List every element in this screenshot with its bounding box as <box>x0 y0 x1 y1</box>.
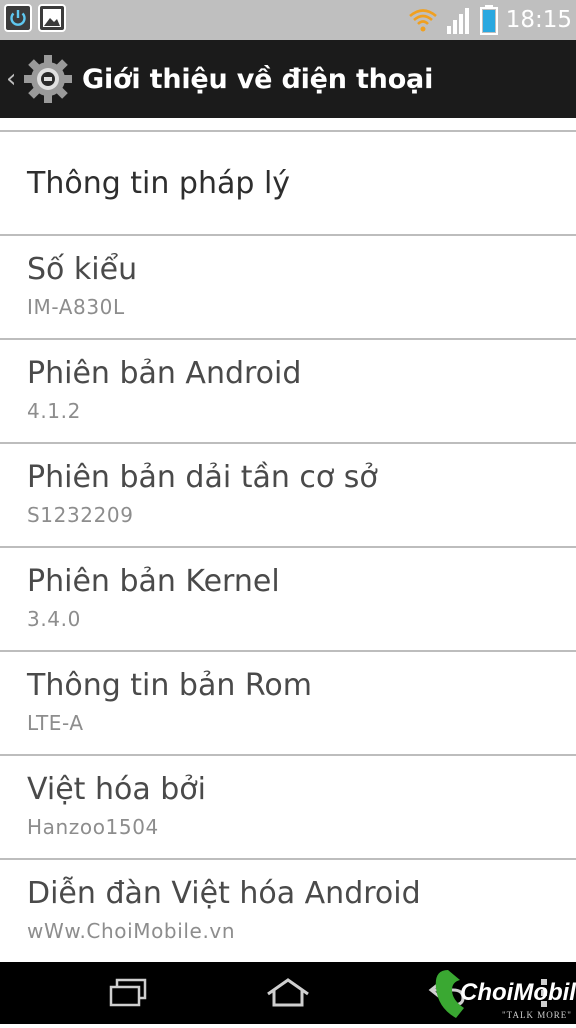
home-button[interactable] <box>258 970 318 1016</box>
list-item-title: Phiên bản Kernel <box>27 564 280 599</box>
list-item-value: IM-A830L <box>27 295 125 319</box>
gallery-icon <box>38 4 66 32</box>
list-item-value: S1232209 <box>27 503 134 527</box>
list-item-value: 3.4.0 <box>27 607 81 631</box>
recent-apps-icon <box>109 978 147 1007</box>
list-item-title: Phiên bản dải tần cơ sở <box>27 460 378 495</box>
settings-list: Thông tin pháp lý Số kiểu IM-A830L Phiên… <box>0 118 576 962</box>
list-item-title: Việt hóa bởi <box>27 772 206 807</box>
choimobile-watermark: ChoiMobile "TALK MORE" <box>430 964 576 1024</box>
list-item-title: Phiên bản Android <box>27 356 302 391</box>
list-item-model[interactable]: Số kiểu IM-A830L <box>0 236 576 338</box>
list-item-value: LTE-A <box>27 711 84 735</box>
battery-icon <box>479 5 498 35</box>
list-item-value: Hanzoo1504 <box>27 815 159 839</box>
choimobile-logo-icon: ChoiMobile "TALK MORE" <box>435 970 576 1020</box>
page-title: Giới thiệu về điện thoại <box>82 63 434 95</box>
list-item-legal-info[interactable]: Thông tin pháp lý <box>0 132 576 234</box>
action-bar: ‹ Giới thiệu về điện thoại <box>0 40 576 118</box>
list-item-rom-info[interactable]: Thông tin bản Rom LTE-A <box>0 652 576 754</box>
back-chevron-icon[interactable]: ‹ <box>6 64 18 94</box>
wifi-icon <box>408 9 437 32</box>
status-bar: 18:15 <box>0 0 576 40</box>
list-item-localized-by[interactable]: Việt hóa bởi Hanzoo1504 <box>0 756 576 858</box>
power-icon <box>4 4 32 32</box>
list-item-forum[interactable]: Diễn đàn Việt hóa Android wWw.ChoiMobile… <box>0 860 576 962</box>
list-item-android-version[interactable]: Phiên bản Android 4.1.2 <box>0 340 576 442</box>
list-item-baseband-version[interactable]: Phiên bản dải tần cơ sở S1232209 <box>0 444 576 546</box>
watermark-brand: ChoiMobile <box>460 979 576 1006</box>
home-icon <box>267 978 309 1007</box>
list-item-title: Thông tin bản Rom <box>27 668 312 703</box>
settings-gear-icon[interactable] <box>22 53 74 105</box>
status-time: 18:15 <box>505 7 572 33</box>
list-item-value: wWw.ChoiMobile.vn <box>27 919 236 943</box>
list-item-title: Diễn đàn Việt hóa Android <box>27 876 421 911</box>
list-item-value: 4.1.2 <box>27 399 81 423</box>
list-item-kernel-version[interactable]: Phiên bản Kernel 3.4.0 <box>0 548 576 650</box>
signal-icon <box>446 8 469 34</box>
watermark-tagline: "TALK MORE" <box>502 1010 572 1020</box>
recent-apps-button[interactable] <box>100 970 156 1016</box>
list-item-title: Số kiểu <box>27 252 138 287</box>
list-item-title: Thông tin pháp lý <box>27 165 291 201</box>
